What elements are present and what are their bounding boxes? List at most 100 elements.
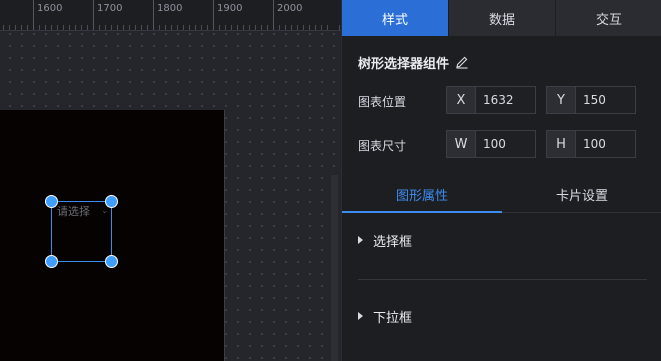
ruler-minor-tick bbox=[21, 25, 22, 30]
screen-stage[interactable] bbox=[0, 110, 225, 361]
ruler-major-tick bbox=[153, 0, 154, 30]
size-label: 图表尺寸 bbox=[358, 139, 407, 153]
h-value[interactable]: 100 bbox=[576, 131, 635, 157]
position-y-field[interactable]: Y 150 bbox=[546, 86, 636, 114]
ruler-minor-tick bbox=[27, 25, 28, 30]
ruler-minor-tick bbox=[201, 25, 202, 30]
edit-pencil-icon[interactable] bbox=[455, 55, 469, 69]
ruler-minor-tick bbox=[159, 25, 160, 30]
ruler-minor-tick bbox=[189, 25, 190, 30]
ruler-minor-tick bbox=[81, 25, 82, 30]
ruler-minor-tick bbox=[99, 25, 100, 30]
ruler-minor-tick bbox=[15, 25, 16, 30]
ruler-minor-tick bbox=[177, 25, 178, 30]
ruler-minor-tick bbox=[327, 25, 328, 30]
ruler-minor-tick bbox=[279, 25, 280, 30]
ruler-minor-tick bbox=[117, 25, 118, 30]
subtab-card-settings[interactable]: 卡片设置 bbox=[502, 176, 661, 212]
ruler-minor-tick bbox=[249, 25, 250, 30]
ruler-minor-tick bbox=[63, 25, 64, 30]
ruler-minor-tick bbox=[243, 25, 244, 30]
size-height-field[interactable]: H 100 bbox=[546, 130, 636, 158]
editor-canvas[interactable]: 1600 1700 1800 1900 2000 请选择 ⌄ bbox=[0, 0, 341, 361]
ruler-minor-tick bbox=[123, 25, 124, 30]
subtab-graphic-properties[interactable]: 图形属性 bbox=[342, 176, 502, 213]
ruler-minor-tick bbox=[183, 25, 184, 30]
chevron-down-icon: ⌄ bbox=[101, 206, 108, 215]
section-dropdown[interactable]: 下拉框 bbox=[358, 307, 413, 326]
ruler-minor-tick bbox=[105, 25, 106, 30]
h-prefix: H bbox=[547, 131, 576, 157]
ruler-minor-tick bbox=[315, 25, 316, 30]
ruler-minor-tick bbox=[135, 25, 136, 30]
x-prefix: X bbox=[447, 87, 476, 113]
ruler-minor-tick bbox=[171, 25, 172, 30]
w-prefix: W bbox=[447, 131, 476, 157]
section-divider bbox=[358, 279, 647, 280]
ruler-minor-tick bbox=[165, 25, 166, 30]
section-dropdown-label: 下拉框 bbox=[373, 310, 413, 326]
x-value[interactable]: 1632 bbox=[476, 87, 535, 113]
stage-edge bbox=[224, 110, 225, 361]
ruler-minor-tick bbox=[225, 25, 226, 30]
ruler-minor-tick bbox=[3, 25, 4, 30]
ruler-minor-tick bbox=[9, 25, 10, 30]
resize-handle-bottom-left[interactable] bbox=[45, 255, 58, 268]
ruler-minor-tick bbox=[57, 25, 58, 30]
ruler-major-tick bbox=[273, 0, 274, 30]
ruler-minor-tick bbox=[231, 25, 232, 30]
ruler-minor-tick bbox=[147, 25, 148, 30]
ruler-minor-tick bbox=[261, 25, 262, 30]
property-subtabs: 图形属性 卡片设置 bbox=[342, 176, 661, 213]
ruler-minor-tick bbox=[309, 25, 310, 30]
tab-interaction[interactable]: 交互 bbox=[556, 0, 661, 36]
ruler-label: 1600 bbox=[37, 3, 63, 14]
position-x-field[interactable]: X 1632 bbox=[446, 86, 536, 114]
position-label: 图表位置 bbox=[358, 95, 407, 109]
resize-handle-top-left[interactable] bbox=[45, 195, 58, 208]
ruler-minor-tick bbox=[75, 25, 76, 30]
section-select-box-label: 选择框 bbox=[373, 234, 413, 250]
ruler-minor-tick bbox=[111, 25, 112, 30]
widget-placeholder: 请选择 bbox=[57, 205, 90, 218]
w-value[interactable]: 100 bbox=[476, 131, 535, 157]
ruler-minor-tick bbox=[69, 25, 70, 30]
ruler-minor-tick bbox=[87, 25, 88, 30]
properties-panel: 样式 数据 交互 树形选择器组件 图表位置 X 1632 Y 150 图表尺寸 … bbox=[341, 0, 661, 361]
canvas-scrollbar[interactable] bbox=[331, 175, 338, 361]
ruler-minor-tick bbox=[297, 25, 298, 30]
ruler-minor-tick bbox=[291, 25, 292, 30]
ruler-minor-tick bbox=[219, 25, 220, 30]
caret-right-icon bbox=[358, 312, 363, 320]
ruler-label: 1700 bbox=[97, 3, 123, 14]
ruler-minor-tick bbox=[285, 25, 286, 30]
ruler-minor-tick bbox=[45, 25, 46, 30]
ruler-minor-tick bbox=[129, 25, 130, 30]
panel-tabs: 样式 数据 交互 bbox=[342, 0, 661, 36]
tab-data[interactable]: 数据 bbox=[449, 0, 556, 36]
ruler-minor-tick bbox=[195, 25, 196, 30]
section-select-box[interactable]: 选择框 bbox=[358, 231, 413, 250]
ruler-minor-tick bbox=[303, 25, 304, 30]
ruler-minor-tick bbox=[339, 25, 340, 30]
y-prefix: Y bbox=[547, 87, 576, 113]
ruler-minor-tick bbox=[207, 25, 208, 30]
ruler-label: 2000 bbox=[277, 3, 303, 14]
size-width-field[interactable]: W 100 bbox=[446, 130, 536, 158]
ruler-minor-tick bbox=[237, 25, 238, 30]
component-title: 树形选择器组件 bbox=[358, 56, 450, 72]
resize-handle-bottom-right[interactable] bbox=[105, 255, 118, 268]
ruler-minor-tick bbox=[321, 25, 322, 30]
tree-select-widget[interactable]: 请选择 ⌄ bbox=[45, 195, 118, 268]
y-value[interactable]: 150 bbox=[576, 87, 635, 113]
ruler-minor-tick bbox=[267, 25, 268, 30]
ruler-major-tick bbox=[213, 0, 214, 30]
tab-style[interactable]: 样式 bbox=[342, 0, 449, 36]
ruler-major-tick bbox=[93, 0, 94, 30]
horizontal-ruler: 1600 1700 1800 1900 2000 bbox=[0, 0, 341, 31]
component-title-row: 树形选择器组件 bbox=[358, 53, 469, 72]
resize-handle-top-right[interactable] bbox=[105, 195, 118, 208]
ruler-minor-tick bbox=[51, 25, 52, 30]
ruler-minor-tick bbox=[255, 25, 256, 30]
ruler-label: 1900 bbox=[217, 3, 243, 14]
